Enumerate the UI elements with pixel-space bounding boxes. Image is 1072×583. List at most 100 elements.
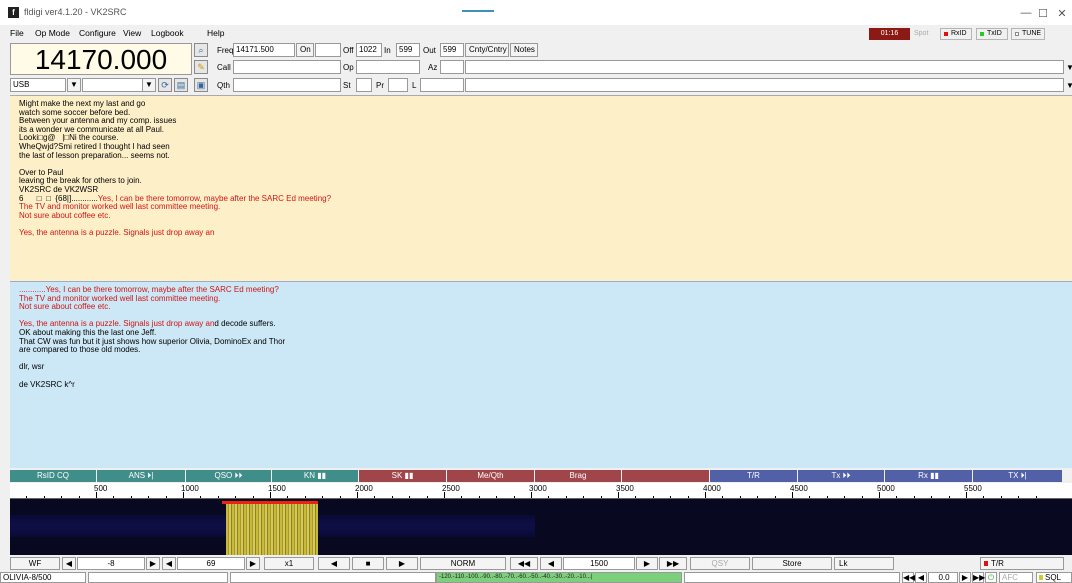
menu-configure[interactable]: Configure	[79, 28, 116, 38]
scale-minor-tick	[183, 496, 184, 498]
scale-minor-tick	[322, 496, 324, 498]
locator-field[interactable]	[420, 78, 464, 92]
mode-status[interactable]: OLIVIA-8/500	[0, 572, 86, 583]
tune-toggle[interactable]: TUNE	[1011, 28, 1045, 40]
macro-button-12[interactable]: TX ⏵|	[973, 470, 1062, 482]
scale-minor-tick	[913, 496, 915, 498]
menu-view[interactable]: View	[123, 28, 141, 38]
macro-button-1[interactable]: RsID CQ	[10, 470, 96, 482]
lock-toggle[interactable]: Lk	[834, 557, 894, 570]
state-field[interactable]	[356, 78, 372, 92]
offset-fast-left-button[interactable]: ◀◀	[902, 572, 915, 583]
macro-button-11[interactable]: Rx ▮▮	[885, 470, 972, 482]
offset-left-button[interactable]: ◀	[915, 572, 927, 583]
title-bar: f fldigi ver4.1.20 - VK2SRC — ☐ ✕	[0, 0, 1072, 25]
cursor-fast-left-button[interactable]: ◀◀	[510, 557, 538, 570]
rst-out-field[interactable]: 599	[440, 43, 464, 57]
cursor-frequency-field[interactable]: 1500	[563, 557, 635, 570]
az-field[interactable]	[440, 60, 464, 74]
waterfall-mode-button[interactable]: WF	[10, 557, 60, 570]
frequency-display[interactable]: 14170.000	[10, 43, 192, 75]
menu-logbook[interactable]: Logbook	[151, 28, 184, 38]
scale-minor-tick	[43, 496, 45, 498]
call-label: Call	[217, 63, 231, 72]
save-log-icon[interactable]: ▣	[194, 78, 208, 92]
macro-button-4[interactable]: KN ▮▮	[272, 470, 358, 482]
rxid-toggle[interactable]: RxID	[940, 28, 972, 40]
macro-button-3[interactable]: QSO ⏵⏵	[186, 470, 271, 482]
maximize-button[interactable]: ☐	[1033, 7, 1053, 20]
macro-button-8[interactable]	[622, 470, 709, 482]
mode-dropdown-icon[interactable]: ▼	[67, 78, 81, 92]
scale-minor-tick	[844, 496, 846, 498]
memory-icon[interactable]: ▤	[174, 78, 188, 92]
macro-button-5[interactable]: SK ▮▮	[359, 470, 446, 482]
level-field[interactable]: -8	[77, 557, 145, 570]
txid-toggle[interactable]: TxID	[976, 28, 1008, 40]
notes-button[interactable]: Notes	[510, 43, 538, 57]
country-dropdown-icon[interactable]: ▼	[1066, 81, 1072, 90]
freq-label: Freq	[217, 46, 234, 55]
status-field-3	[684, 572, 900, 583]
range-field[interactable]: 69	[177, 557, 245, 570]
cursor-right-button[interactable]: ▶	[636, 557, 658, 570]
freq-field[interactable]: 14171.500	[233, 43, 295, 57]
tr-toggle[interactable]: T/R	[980, 557, 1064, 570]
scroll-left-button[interactable]: ◀	[318, 557, 350, 570]
cursor-fast-right-button[interactable]: ▶▶	[659, 557, 687, 570]
range-increase-button[interactable]: ▶	[246, 557, 260, 570]
scale-minor-tick	[252, 496, 254, 498]
macro-button-9[interactable]: T/R	[710, 470, 797, 482]
qth-field[interactable]	[233, 78, 341, 92]
range-decrease-button[interactable]: ◀	[162, 557, 176, 570]
waterfall-display[interactable]	[10, 499, 1072, 555]
country-field[interactable]	[465, 78, 1064, 92]
call-field[interactable]	[233, 60, 341, 74]
offset-right-button[interactable]: ▶	[959, 572, 971, 583]
sql-label: SQL	[1045, 573, 1062, 582]
afc-toggle[interactable]: AFC	[999, 572, 1033, 583]
on-field[interactable]	[315, 43, 341, 57]
close-button[interactable]: ✕	[1052, 7, 1072, 20]
menu-op-mode[interactable]: Op Mode	[35, 28, 70, 38]
bandwidth-dropdown-icon[interactable]: ▼	[142, 78, 156, 92]
cursor-left-button[interactable]: ◀	[540, 557, 562, 570]
level-increase-button[interactable]: ▶	[146, 557, 160, 570]
rst-in-field[interactable]: 599	[396, 43, 420, 57]
notes-field[interactable]	[465, 60, 1064, 74]
scale-minor-tick	[618, 496, 619, 498]
macro-button-6[interactable]: Me/Qth	[447, 470, 534, 482]
clear-icon[interactable]: ✎	[194, 60, 208, 74]
off-field[interactable]: 1022	[356, 43, 382, 57]
macro-button-2[interactable]: ANS ⏵|	[97, 470, 185, 482]
offset-fast-right-button[interactable]: ▶▶	[972, 572, 985, 583]
on-button[interactable]: On	[296, 43, 314, 57]
qsy-button[interactable]: QSY	[690, 557, 750, 570]
store-button[interactable]: Store	[752, 557, 832, 570]
op-field[interactable]	[356, 60, 420, 74]
waterfall-speed-button[interactable]: NORM	[420, 557, 506, 570]
level-decrease-button[interactable]: ◀	[62, 557, 76, 570]
menu-file[interactable]: File	[10, 28, 24, 38]
sql-toggle[interactable]: SQL	[1036, 572, 1072, 583]
power-icon[interactable]: ⏻	[985, 572, 997, 583]
offset-field[interactable]: 0.0	[928, 572, 958, 583]
scroll-right-button[interactable]: ▶	[386, 557, 418, 570]
refresh-icon[interactable]: ⟳	[158, 78, 172, 92]
notes-dropdown-icon[interactable]: ▼	[1066, 63, 1072, 72]
macro-button-7[interactable]: Brag	[535, 470, 621, 482]
country-button[interactable]: Cnty/Cntry	[465, 43, 509, 57]
menu-help[interactable]: Help	[207, 28, 224, 38]
scale-minor-tick	[270, 496, 271, 498]
scale-minor-tick	[722, 496, 724, 498]
lookup-icon[interactable]: ⌕	[194, 43, 208, 57]
spot-toggle[interactable]: Spot	[914, 30, 928, 37]
scale-minor-tick	[1000, 496, 1002, 498]
zoom-button[interactable]: x1	[264, 557, 314, 570]
mode-select[interactable]: USB	[10, 78, 66, 92]
center-button[interactable]: ■	[352, 557, 384, 570]
macro-button-10[interactable]: Tx ⏵⏵	[798, 470, 884, 482]
transmit-text-pane[interactable]: ............Yes, I can be there tomorrow…	[10, 281, 1072, 468]
receive-text-pane[interactable]: Might make the next my last and go watch…	[10, 95, 1072, 280]
province-field[interactable]	[388, 78, 408, 92]
